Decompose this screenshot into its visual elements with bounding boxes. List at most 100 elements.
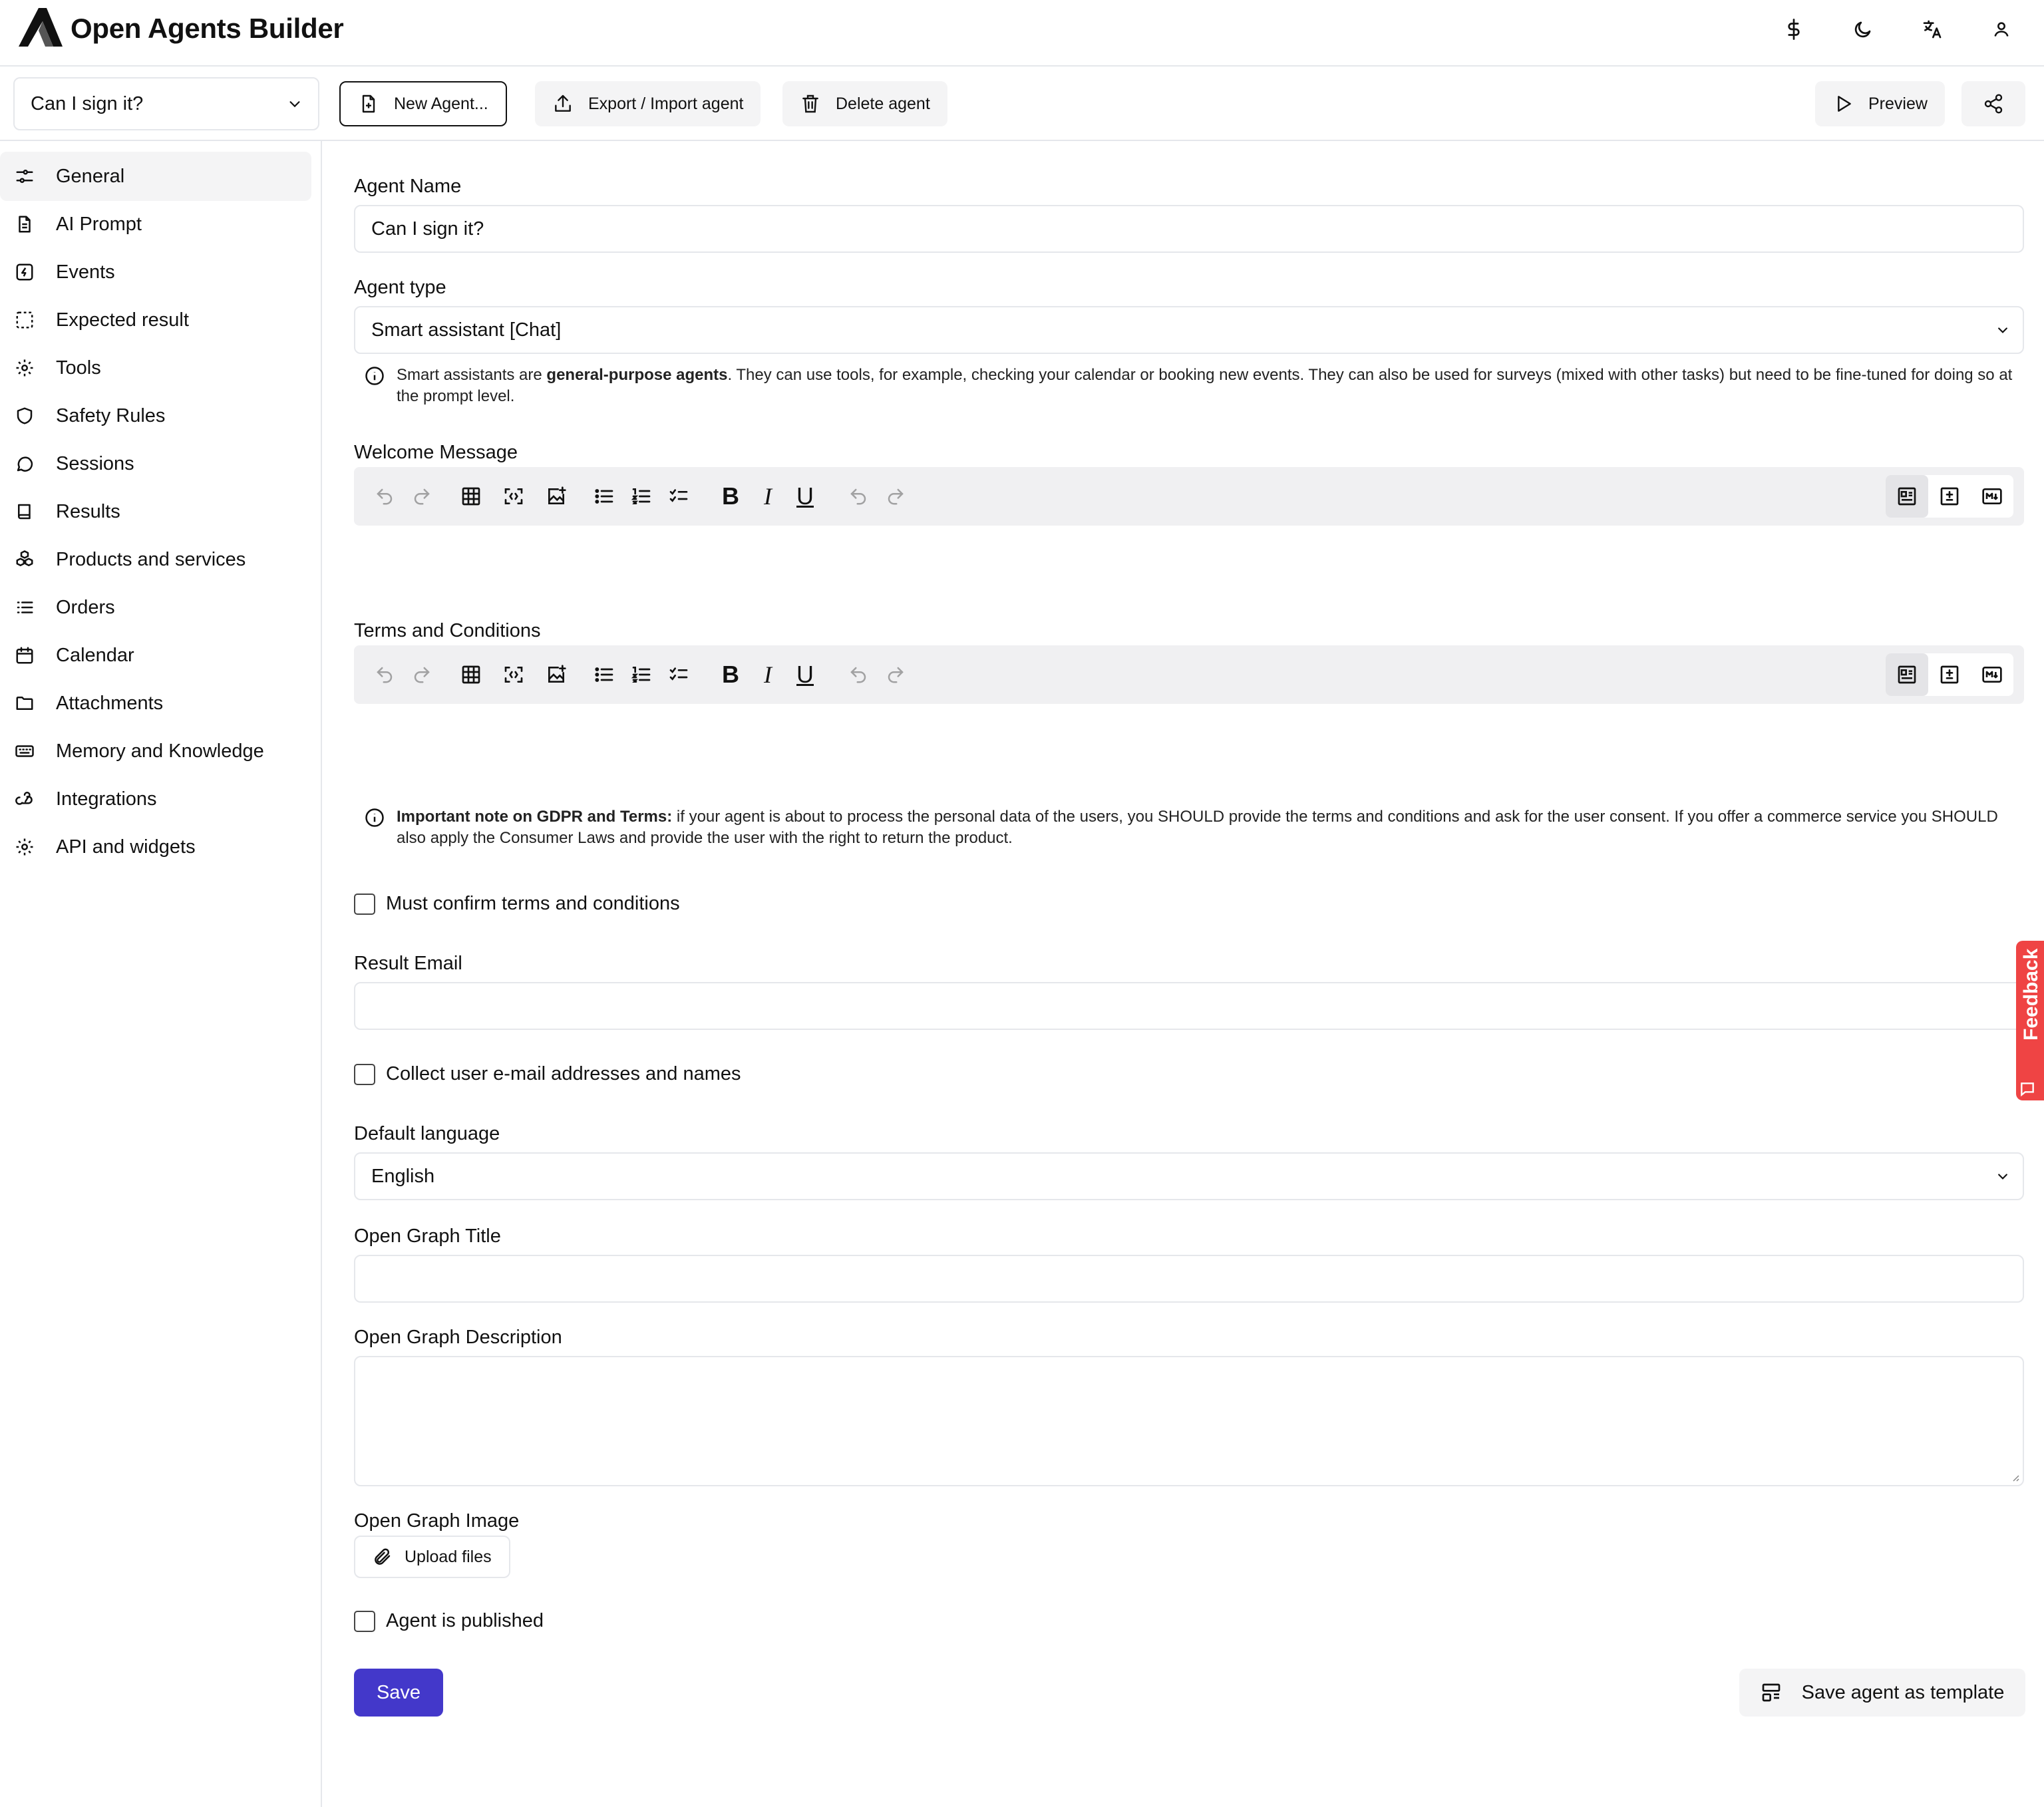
rich-text-view-icon[interactable] (1886, 653, 1928, 696)
checklist-icon[interactable] (664, 482, 693, 511)
redo-icon[interactable] (407, 660, 436, 689)
og-description-label: Open Graph Description (354, 1327, 562, 1348)
save-button[interactable]: Save (354, 1669, 443, 1717)
underline-icon[interactable]: U (790, 660, 820, 689)
agent-name-input[interactable]: Can I sign it? (354, 205, 2024, 253)
must-confirm-terms-checkbox[interactable] (354, 893, 375, 915)
sidebar-item-tools[interactable]: Tools (0, 343, 311, 393)
agent-published-checkbox[interactable] (354, 1610, 375, 1632)
new-agent-button[interactable]: New Agent... (339, 81, 507, 126)
welcome-message-toolbar: B I U (354, 467, 2024, 526)
result-email-label: Result Email (354, 953, 462, 974)
code-block-icon[interactable] (499, 482, 528, 511)
numbered-list-icon[interactable] (627, 482, 656, 511)
agent-name-value: Can I sign it? (371, 218, 484, 240)
export-import-button[interactable]: Export / Import agent (535, 81, 761, 126)
agent-type-label: Agent type (354, 277, 446, 298)
checklist-icon[interactable] (664, 660, 693, 689)
sidebar-item-attachments[interactable]: Attachments (0, 679, 311, 728)
gdpr-note-text: Important note on GDPR and Terms: if you… (397, 806, 2028, 849)
image-plus-icon[interactable] (542, 482, 571, 511)
default-language-select[interactable]: English (354, 1152, 2024, 1200)
info-icon (365, 367, 384, 385)
og-title-input[interactable] (354, 1255, 2024, 1303)
collect-emails-label[interactable]: Collect user e-mail addresses and names (386, 1063, 741, 1085)
sidebar-item-label: Sessions (56, 452, 134, 474)
upload-files-button[interactable]: Upload files (354, 1536, 510, 1578)
sidebar-item-expected-result[interactable]: Expected result (0, 295, 311, 345)
undo-icon[interactable] (370, 482, 399, 511)
agent-type-select[interactable]: Smart assistant [Chat] (354, 306, 2024, 354)
og-description-textarea[interactable] (354, 1356, 2024, 1486)
sidebar-item-label: Orders (56, 596, 115, 618)
redo-icon[interactable] (881, 660, 910, 689)
sidebar-nav: General AI Prompt Events Expected result… (0, 141, 322, 1807)
bold-icon[interactable]: B (716, 482, 745, 511)
upload-icon (555, 94, 571, 112)
undo-icon[interactable] (370, 660, 399, 689)
editor-view-toggle (1886, 475, 2013, 518)
welcome-message-label: Welcome Message (354, 442, 518, 463)
sidebar-item-api-and-widgets[interactable]: API and widgets (0, 822, 311, 872)
resize-handle-icon[interactable] (2009, 1472, 2020, 1482)
redo-icon[interactable] (407, 482, 436, 511)
diff-view-icon[interactable] (1928, 653, 1971, 696)
bullet-list-icon[interactable] (590, 482, 619, 511)
moon-icon[interactable] (1844, 15, 1882, 44)
markdown-view-icon[interactable] (1971, 653, 2013, 696)
underline-icon[interactable]: U (790, 482, 820, 511)
preview-button[interactable]: Preview (1815, 81, 1945, 126)
agent-selector[interactable]: Can I sign it? (13, 77, 319, 130)
delete-agent-button[interactable]: Delete agent (782, 81, 947, 126)
sidebar-item-safety-rules[interactable]: Safety Rules (0, 391, 311, 440)
list-icon (17, 601, 33, 613)
table-icon[interactable] (456, 482, 486, 511)
collect-emails-checkbox[interactable] (354, 1063, 375, 1085)
sidebar-item-general[interactable]: General (0, 152, 311, 201)
sidebar-item-sessions[interactable]: Sessions (0, 439, 311, 488)
italic-icon[interactable]: I (753, 660, 782, 689)
app-header: Open Agents Builder (0, 0, 2044, 67)
sidebar-item-orders[interactable]: Orders (0, 583, 311, 632)
redo-icon[interactable] (881, 482, 910, 511)
italic-icon[interactable]: I (753, 482, 782, 511)
code-block-icon[interactable] (499, 660, 528, 689)
user-icon[interactable] (1983, 15, 2020, 44)
sidebar-item-events[interactable]: Events (0, 247, 311, 297)
save-as-template-label: Save agent as template (1801, 1681, 2005, 1703)
translate-icon[interactable] (1914, 15, 1951, 44)
bullet-list-icon[interactable] (590, 660, 619, 689)
undo-icon[interactable] (844, 660, 873, 689)
sidebar-item-products-and-services[interactable]: Products and services (0, 535, 311, 584)
agent-published-label[interactable]: Agent is published (386, 1610, 544, 1632)
sidebar-item-memory-and-knowledge[interactable]: Memory and Knowledge (0, 727, 311, 776)
folder-icon (16, 697, 33, 710)
sidebar-item-integrations[interactable]: Integrations (0, 774, 311, 824)
chevron-down-icon (289, 101, 300, 108)
rich-text-view-icon[interactable] (1886, 475, 1928, 518)
undo-icon[interactable] (844, 482, 873, 511)
markdown-view-icon[interactable] (1971, 475, 2013, 518)
sidebar-item-calendar[interactable]: Calendar (0, 631, 311, 680)
numbered-list-icon[interactable] (627, 660, 656, 689)
sidebar-item-results[interactable]: Results (0, 487, 311, 536)
sidebar-item-ai-prompt[interactable]: AI Prompt (0, 200, 311, 249)
result-email-input[interactable] (354, 982, 2044, 1030)
gear-icon (16, 838, 33, 856)
image-plus-icon[interactable] (542, 660, 571, 689)
table-icon[interactable] (456, 660, 486, 689)
new-agent-label: New Agent... (394, 94, 488, 113)
feedback-icon (2019, 1080, 2036, 1098)
feedback-tab[interactable]: Feedback (2016, 941, 2044, 1100)
save-as-template-button[interactable]: Save agent as template (1739, 1669, 2025, 1717)
diff-view-icon[interactable] (1928, 475, 1971, 518)
default-language-label: Default language (354, 1123, 500, 1144)
agent-type-value: Smart assistant [Chat] (371, 319, 562, 341)
must-confirm-terms-label[interactable]: Must confirm terms and conditions (386, 893, 680, 915)
agent-type-help-text: Smart assistants are general-purpose age… (397, 365, 2028, 407)
sidebar-item-label: Calendar (56, 644, 134, 666)
dollar-icon[interactable] (1775, 15, 1812, 44)
editor-view-toggle (1886, 653, 2013, 696)
bold-icon[interactable]: B (716, 660, 745, 689)
share-button[interactable] (1961, 81, 2025, 126)
